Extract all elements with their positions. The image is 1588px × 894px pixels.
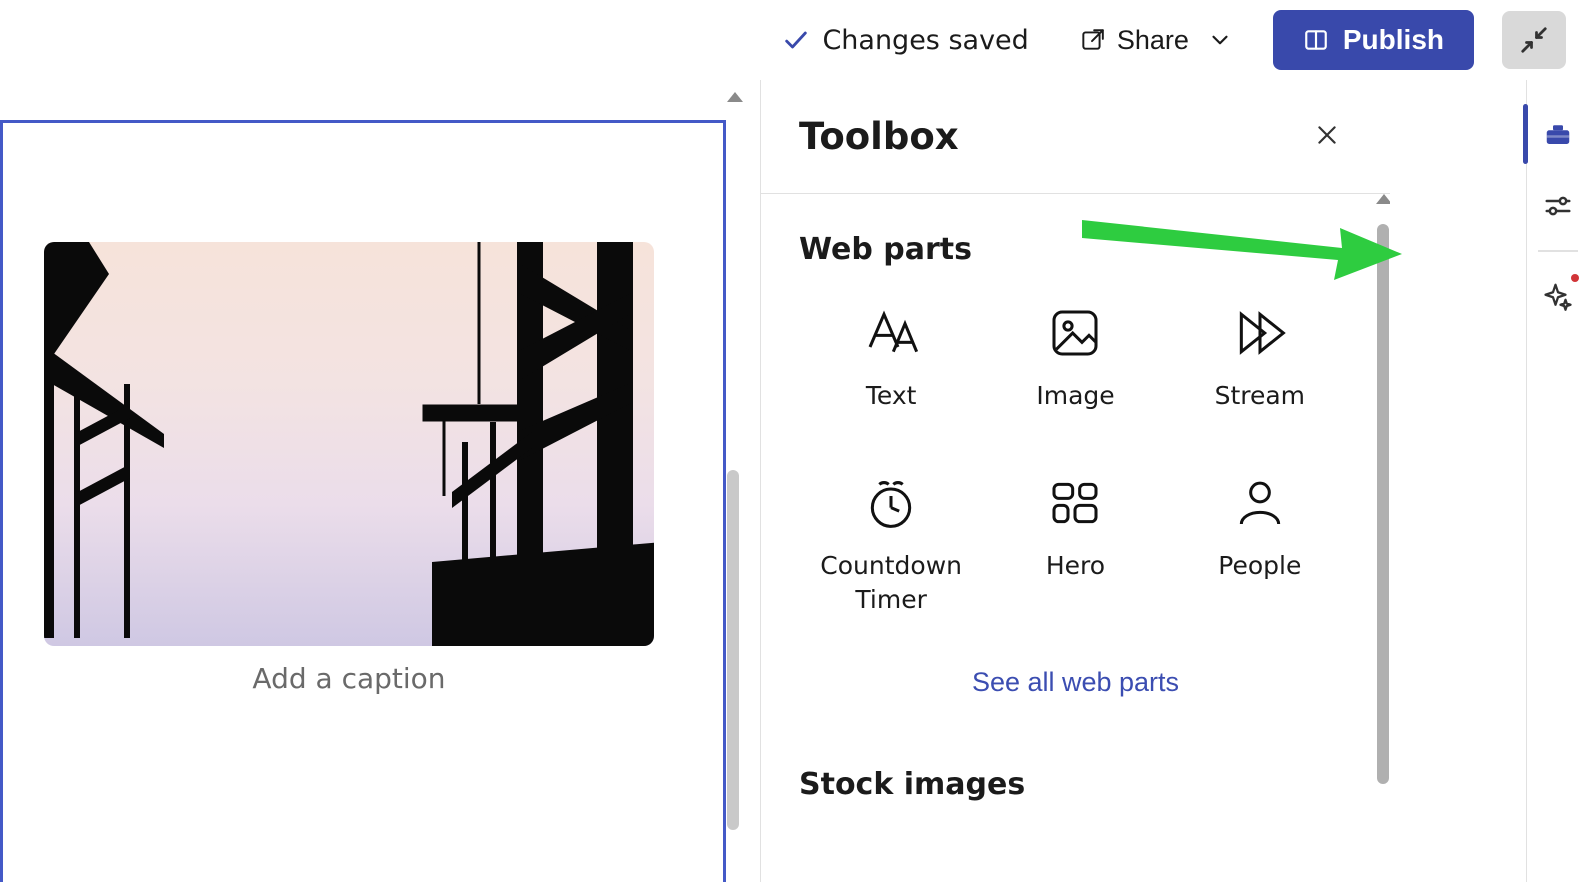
- checkmark-icon: [782, 26, 810, 54]
- webpart-people[interactable]: People: [1168, 465, 1352, 627]
- share-button[interactable]: Share: [1067, 17, 1245, 64]
- person-icon: [1232, 475, 1288, 531]
- image-content-right-structure: [432, 242, 654, 646]
- rail-copilot-button[interactable]: [1527, 260, 1588, 332]
- rail-toolbox-button[interactable]: [1527, 98, 1588, 170]
- webpart-image[interactable]: Image: [983, 295, 1167, 423]
- share-label: Share: [1117, 25, 1189, 56]
- image-caption-input[interactable]: Add a caption: [44, 662, 654, 695]
- toolbox-panel: Toolbox Web parts Text: [760, 80, 1390, 882]
- share-icon: [1079, 27, 1105, 53]
- publish-button[interactable]: Publish: [1273, 10, 1474, 70]
- rail-separator: [1538, 250, 1578, 252]
- image-content-left-structure: [44, 242, 224, 638]
- webpart-text[interactable]: Text: [799, 295, 983, 423]
- hero-icon: [1047, 475, 1103, 531]
- sliders-icon: [1543, 191, 1573, 221]
- save-status-text: Changes saved: [822, 25, 1028, 56]
- toolbox-body: Web parts Text Image: [761, 194, 1390, 882]
- webpart-label: Stream: [1215, 379, 1305, 413]
- toolbox-header: Toolbox: [761, 80, 1390, 194]
- clock-icon: [863, 475, 919, 531]
- webparts-section-title: Web parts: [799, 232, 1352, 267]
- publish-label: Publish: [1343, 24, 1444, 56]
- stock-images-section-title: Stock images: [799, 767, 1352, 802]
- webpart-label: Image: [1036, 379, 1114, 413]
- book-open-icon: [1303, 27, 1329, 53]
- canvas-scrollbar[interactable]: [727, 92, 739, 894]
- webpart-label: Hero: [1046, 549, 1105, 583]
- see-all-webparts-link[interactable]: See all web parts: [966, 666, 1185, 699]
- editor-top-bar: Changes saved Share Publish: [772, 0, 1588, 80]
- save-status: Changes saved: [772, 19, 1038, 62]
- webpart-label: Countdown Timer: [811, 549, 971, 617]
- webpart-hero[interactable]: Hero: [983, 465, 1167, 627]
- toolbox-scrollbar[interactable]: [1376, 194, 1390, 882]
- webpart-countdown-timer[interactable]: Countdown Timer: [799, 465, 983, 627]
- toolbox-icon: [1543, 119, 1573, 149]
- toolbox-close-button[interactable]: [1308, 116, 1346, 157]
- stream-icon: [1232, 305, 1288, 361]
- close-icon: [1314, 122, 1340, 148]
- webpart-stream[interactable]: Stream: [1168, 295, 1352, 423]
- image-webpart[interactable]: [44, 242, 654, 646]
- text-icon: [863, 305, 919, 361]
- image-icon: [1047, 305, 1103, 361]
- scroll-up-arrow-icon: [1376, 194, 1390, 204]
- collapse-panel-button[interactable]: [1502, 11, 1566, 69]
- sparkle-icon: [1543, 281, 1573, 311]
- notification-dot-icon: [1571, 274, 1579, 282]
- scroll-up-arrow-icon: [727, 92, 743, 102]
- right-rail: [1526, 80, 1588, 882]
- page-canvas: Add a caption: [0, 80, 756, 882]
- rail-settings-button[interactable]: [1527, 170, 1588, 242]
- collapse-icon: [1519, 25, 1549, 55]
- webpart-label: Text: [866, 379, 917, 413]
- chevron-down-icon: [1207, 27, 1233, 53]
- webpart-label: People: [1218, 549, 1301, 583]
- toolbox-scroll-thumb[interactable]: [1377, 224, 1389, 784]
- webparts-grid: Text Image Stream: [799, 295, 1352, 626]
- toolbox-title: Toolbox: [799, 115, 959, 158]
- canvas-scroll-thumb[interactable]: [727, 470, 739, 830]
